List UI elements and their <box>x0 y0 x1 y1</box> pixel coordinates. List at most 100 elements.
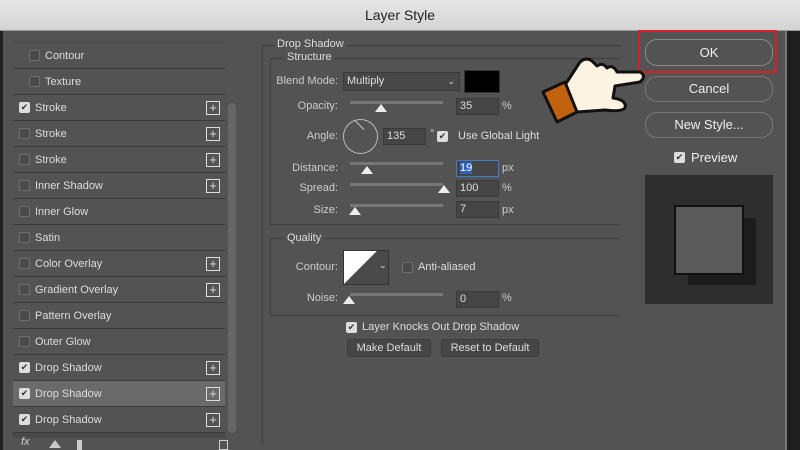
style-label: Inner Shadow <box>35 179 103 192</box>
distance-slider-thumb[interactable] <box>361 166 373 174</box>
style-label: Satin <box>35 231 61 244</box>
style-item[interactable]: Inner Glow <box>13 199 225 225</box>
opacity-input[interactable]: 35 <box>456 98 499 115</box>
reset-to-default-button[interactable]: Reset to Default <box>441 339 539 357</box>
style-item[interactable]: Pattern Overlay <box>13 303 225 329</box>
trash-icon[interactable] <box>219 440 228 450</box>
add-icon[interactable]: + <box>206 360 220 375</box>
contour-picker[interactable]: ⌄ <box>343 250 389 285</box>
use-global-light-label: Use Global Light <box>458 130 540 142</box>
style-item[interactable]: Gradient Overlay + <box>13 277 225 303</box>
spread-unit: % <box>502 182 512 194</box>
spread-label: Spread: <box>299 182 338 194</box>
styles-list: Contour Texture ✔ Stroke + Stroke + Stroke + Inne… <box>13 42 225 438</box>
noise-slider[interactable] <box>350 293 443 296</box>
add-icon[interactable]: + <box>206 126 220 141</box>
opacity-label: Opacity: <box>297 100 338 112</box>
style-checkbox[interactable] <box>19 336 30 347</box>
quality-title: Quality <box>285 232 324 244</box>
noise-label: Noise: <box>306 292 338 304</box>
style-checkbox[interactable] <box>29 50 40 61</box>
style-checkbox[interactable]: ✔ <box>19 414 30 425</box>
style-checkbox[interactable] <box>19 206 30 217</box>
styles-scrollbar[interactable] <box>228 103 236 433</box>
angle-dial[interactable] <box>343 119 378 154</box>
style-checkbox[interactable]: ✔ <box>19 388 30 399</box>
pointing-hand-icon <box>541 57 645 124</box>
style-checkbox[interactable]: ✔ <box>19 362 30 373</box>
style-item[interactable]: ✔ Drop Shadow + <box>13 355 225 381</box>
style-checkbox[interactable] <box>19 258 30 269</box>
opacity-slider[interactable] <box>350 101 443 104</box>
style-checkbox[interactable] <box>19 310 30 321</box>
style-item[interactable]: Contour <box>13 43 225 69</box>
make-default-button[interactable]: Make Default <box>347 339 431 357</box>
add-icon[interactable]: + <box>206 178 220 193</box>
preview-square <box>674 205 744 275</box>
noise-slider-thumb[interactable] <box>343 296 355 304</box>
add-icon[interactable]: + <box>206 386 220 401</box>
blend-mode-select[interactable]: Multiply ⌄ <box>343 72 460 91</box>
add-icon[interactable]: + <box>206 282 220 297</box>
style-item[interactable]: ✔ Drop Shadow + <box>13 381 225 407</box>
distance-slider[interactable] <box>350 162 443 165</box>
style-label: Color Overlay <box>35 257 103 270</box>
add-icon[interactable]: + <box>206 100 220 115</box>
preview-checkbox[interactable]: ✔ <box>674 152 685 163</box>
style-checkbox[interactable] <box>29 76 40 87</box>
style-checkbox[interactable] <box>19 154 30 165</box>
distance-label: Distance: <box>292 162 338 174</box>
angle-input[interactable]: 135 <box>383 128 426 145</box>
drop-shadow-title: Drop Shadow <box>275 38 346 50</box>
anti-aliased-checkbox[interactable] <box>402 262 413 273</box>
style-label: Stroke <box>35 101 67 114</box>
style-checkbox[interactable] <box>19 128 30 139</box>
style-label: Texture <box>45 75 82 88</box>
size-input[interactable]: 7 <box>456 201 499 218</box>
background-edge <box>785 31 800 450</box>
move-down-icon[interactable] <box>77 440 82 450</box>
style-item[interactable]: Stroke + <box>13 147 225 173</box>
size-label: Size: <box>313 204 338 216</box>
style-item[interactable]: Stroke + <box>13 121 225 147</box>
style-item[interactable]: Color Overlay + <box>13 251 225 277</box>
move-up-icon[interactable] <box>49 440 61 448</box>
distance-input[interactable]: 19 <box>456 160 499 177</box>
style-item[interactable]: ✔ Drop Shadow + <box>13 407 225 433</box>
blend-mode-value: Multiply <box>347 75 385 87</box>
add-icon[interactable]: + <box>206 152 220 167</box>
knockout-checkbox[interactable]: ✔ <box>346 322 357 333</box>
noise-input[interactable]: 0 <box>456 291 499 308</box>
style-label: Stroke <box>35 127 67 140</box>
style-label: Drop Shadow <box>35 361 102 374</box>
style-checkbox[interactable] <box>19 284 30 295</box>
size-slider[interactable] <box>350 204 443 207</box>
spread-input[interactable]: 100 <box>456 180 499 197</box>
ok-button[interactable]: OK <box>645 39 773 66</box>
style-checkbox[interactable] <box>19 180 30 191</box>
distance-unit: px <box>502 162 514 174</box>
spread-slider[interactable] <box>350 183 443 186</box>
cancel-button[interactable]: Cancel <box>645 76 773 102</box>
style-item[interactable]: ✔ Stroke + <box>13 95 225 121</box>
add-icon[interactable]: + <box>206 412 220 427</box>
angle-unit: ° <box>430 128 435 140</box>
new-style-button[interactable]: New Style... <box>645 112 773 138</box>
style-item[interactable]: Texture <box>13 69 225 95</box>
style-item[interactable]: Outer Glow <box>13 329 225 355</box>
blend-mode-label: Blend Mode: <box>276 75 338 87</box>
size-slider-thumb[interactable] <box>349 207 361 215</box>
style-item[interactable]: Inner Shadow + <box>13 173 225 199</box>
spread-slider-thumb[interactable] <box>438 185 450 193</box>
fx-button[interactable]: fx <box>21 436 30 448</box>
style-checkbox[interactable] <box>19 232 30 243</box>
style-checkbox[interactable]: ✔ <box>19 102 30 113</box>
style-item[interactable]: Satin <box>13 225 225 251</box>
opacity-slider-thumb[interactable] <box>375 104 387 112</box>
contour-label: Contour: <box>295 261 338 273</box>
shadow-color-swatch[interactable] <box>464 70 500 93</box>
style-label: Outer Glow <box>35 335 91 348</box>
add-icon[interactable]: + <box>206 256 220 271</box>
use-global-light-checkbox[interactable]: ✔ <box>437 131 448 142</box>
chevron-down-icon: ⌄ <box>447 76 455 86</box>
